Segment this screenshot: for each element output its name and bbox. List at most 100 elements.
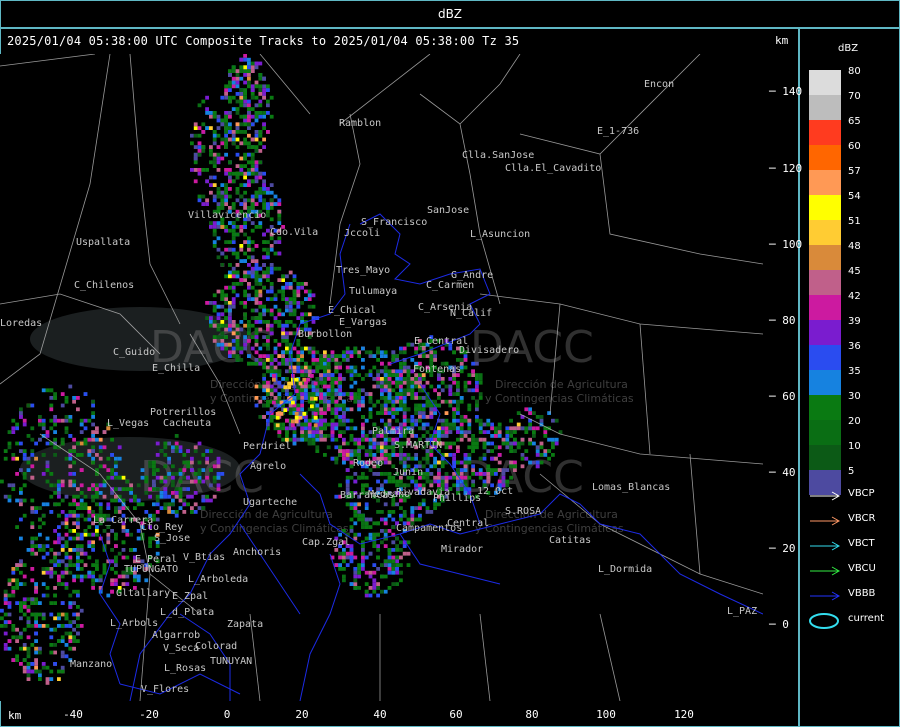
echo-cell — [387, 411, 392, 415]
echo-cell — [258, 346, 263, 351]
echo-cell — [190, 460, 194, 465]
echo-cell — [152, 464, 156, 469]
echo-cell — [452, 422, 456, 427]
echo-cell — [269, 323, 274, 328]
echo-cell — [475, 361, 479, 366]
echo-cell — [30, 437, 35, 442]
echo-cell — [224, 92, 228, 96]
echo-cell — [197, 441, 202, 446]
echo-cell — [243, 175, 247, 180]
track-name: VBCP — [848, 488, 875, 499]
echo-cell — [76, 502, 80, 507]
echo-cell — [311, 369, 316, 374]
echo-cell — [231, 301, 236, 305]
echo-cell — [19, 635, 23, 640]
echo-cell — [528, 426, 532, 431]
echo-cell — [231, 251, 236, 256]
echo-cell — [159, 491, 164, 495]
echo-cell — [220, 194, 225, 199]
echo-cell — [15, 563, 19, 567]
echo-cell — [421, 498, 426, 503]
echo-cell — [425, 453, 430, 457]
echo-cell — [220, 312, 225, 317]
echo-cell — [106, 475, 111, 480]
echo-cell — [102, 464, 107, 469]
echo-cell — [190, 494, 194, 499]
echo-cell — [53, 593, 57, 598]
echo-cell — [291, 423, 295, 428]
echo-cell — [68, 456, 73, 461]
echo-cell — [272, 400, 276, 405]
echo-cell — [326, 434, 331, 438]
echo-cell — [516, 426, 521, 431]
echo-cell — [376, 369, 380, 374]
echo-cell — [68, 418, 73, 423]
echo-cell — [459, 468, 464, 472]
echo-cell — [26, 548, 31, 552]
echo-cell — [383, 532, 388, 537]
echo-cell — [95, 502, 99, 507]
echo-cell — [197, 103, 202, 108]
echo-cell — [528, 437, 532, 442]
echo-cell — [323, 453, 327, 457]
echo-cell — [243, 270, 247, 275]
echo-cell — [231, 133, 236, 138]
echo-cell — [387, 551, 392, 556]
echo-cell — [372, 589, 377, 594]
echo-cell — [231, 323, 236, 328]
echo-cell — [361, 422, 365, 427]
echo-cell — [235, 293, 240, 298]
echo-cell — [357, 453, 361, 457]
echo-cell — [296, 358, 301, 362]
echo-cell — [304, 388, 308, 393]
echo-cell — [231, 270, 236, 275]
echo-cell — [243, 152, 247, 157]
echo-cell — [475, 418, 479, 423]
echo-cell — [433, 411, 437, 415]
echo-cell — [53, 430, 57, 434]
echo-cell — [338, 449, 342, 453]
echo-cell — [300, 350, 304, 355]
echo-cell — [114, 456, 118, 461]
echo-cell — [224, 346, 228, 351]
echo-cell — [254, 202, 259, 206]
echo-cell — [106, 532, 111, 537]
echo-cell — [307, 293, 312, 298]
legend-value: 39 — [848, 316, 861, 327]
echo-cell — [342, 578, 346, 583]
echo-cell — [121, 487, 126, 491]
radar-map[interactable]: DACCDACCDirección de Agriculturay Contin… — [0, 54, 763, 701]
echo-cell — [64, 582, 69, 586]
echo-cell — [383, 529, 388, 533]
echo-cell — [216, 472, 221, 476]
echo-cell — [383, 399, 388, 404]
echo-cell — [281, 339, 285, 343]
echo-cell — [79, 483, 84, 488]
echo-cell — [34, 510, 38, 514]
echo-cell — [129, 487, 133, 491]
place-label: Cdo.Vila — [270, 227, 318, 238]
echo-cell — [380, 418, 384, 423]
echo-cell — [41, 513, 46, 518]
echo-cell — [345, 350, 350, 355]
echo-cell — [26, 677, 31, 681]
echo-cell — [49, 494, 54, 499]
legend-swatch — [809, 420, 841, 445]
echo-cell — [22, 418, 27, 423]
echo-cell — [228, 327, 232, 332]
echo-cell — [205, 198, 209, 203]
echo-cell — [475, 399, 479, 404]
echo-cell — [421, 354, 426, 358]
echo-cell — [34, 646, 38, 651]
echo-cell — [281, 426, 285, 431]
echo-cell — [273, 358, 278, 362]
echo-cell — [269, 202, 274, 206]
echo-cell — [342, 354, 346, 358]
echo-cell — [7, 483, 12, 488]
echo-cell — [380, 517, 384, 522]
echo-cell — [319, 361, 323, 366]
echo-cell — [349, 475, 354, 480]
echo-cell — [7, 601, 12, 605]
echo-cell — [254, 297, 259, 301]
x-tick-label: 80 — [525, 708, 539, 721]
